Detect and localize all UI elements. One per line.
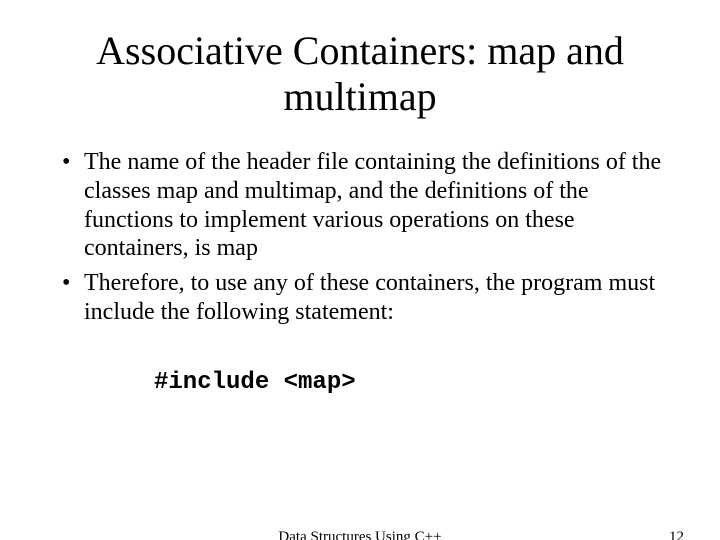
slide: Associative Containers: map and multimap… — [0, 28, 720, 540]
slide-body: The name of the header file containing t… — [58, 148, 662, 398]
bullet-list: The name of the header file containing t… — [58, 148, 662, 327]
slide-title: Associative Containers: map and multimap — [60, 28, 660, 120]
bullet-item: The name of the header file containing t… — [58, 148, 662, 263]
code-line: #include <map> — [154, 369, 662, 398]
bullet-item: Therefore, to use any of these container… — [58, 269, 662, 327]
page-number: 12 — [669, 529, 684, 540]
footer-text: Data Structures Using C++ — [0, 529, 720, 540]
